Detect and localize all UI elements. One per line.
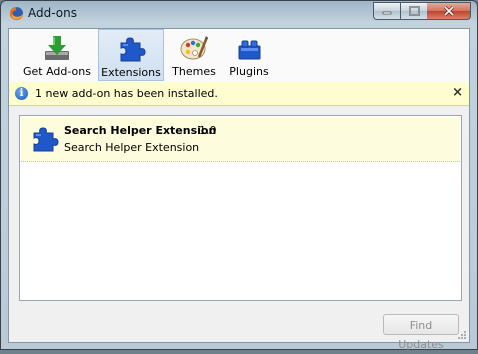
caption-buttons [373,2,471,20]
puzzle-icon [120,37,146,62]
notification-message: 1 new add-on has been installed. [35,87,218,100]
find-updates-button[interactable]: Find Updates [383,314,459,351]
download-icon [45,36,69,60]
install-notification-bar: i 1 new add-on has been installed. × [9,82,469,106]
minimize-icon [382,11,392,15]
minimize-button[interactable] [373,2,400,20]
window-title: Add-ons [28,6,77,20]
extensions-list[interactable]: Search Helper Extension 1.0 Search Helpe… [19,115,462,301]
plugin-blocks-icon [238,40,261,60]
info-icon: i [15,87,28,100]
list-item[interactable]: Search Helper Extension 1.0 Search Helpe… [21,117,460,162]
category-toolbar: Get Add-ons Extensions Themes Plugins [9,29,469,83]
tab-themes-label: Themes [172,65,216,78]
palette-icon [180,36,209,60]
tab-plugins-label: Plugins [229,65,269,78]
addons-window: Add-ons Get Add-ons Extensions Themes Pl… [0,0,478,351]
tab-plugins[interactable]: Plugins [225,29,273,81]
close-icon [443,6,454,16]
maximize-button[interactable] [400,2,427,20]
puzzle-icon [33,127,59,152]
notification-close-icon[interactable]: × [452,85,463,100]
client-area: Get Add-ons Extensions Themes Plugins i … [8,28,470,351]
close-button[interactable] [427,2,471,20]
tab-get-addons-label: Get Add-ons [22,65,91,78]
tab-themes[interactable]: Themes [169,29,219,81]
tab-extensions[interactable]: Extensions [98,29,164,81]
tab-extensions-label: Extensions [101,66,161,79]
title-bar[interactable]: Add-ons [1,1,477,26]
extension-version: 1.0 [199,124,217,137]
extension-name: Search Helper Extension [64,124,217,137]
maximize-icon [408,6,420,16]
tab-get-addons[interactable]: Get Add-ons [22,29,92,81]
resize-grip-icon[interactable] [457,330,467,340]
firefox-icon [9,6,24,21]
extension-description: Search Helper Extension [64,141,200,154]
